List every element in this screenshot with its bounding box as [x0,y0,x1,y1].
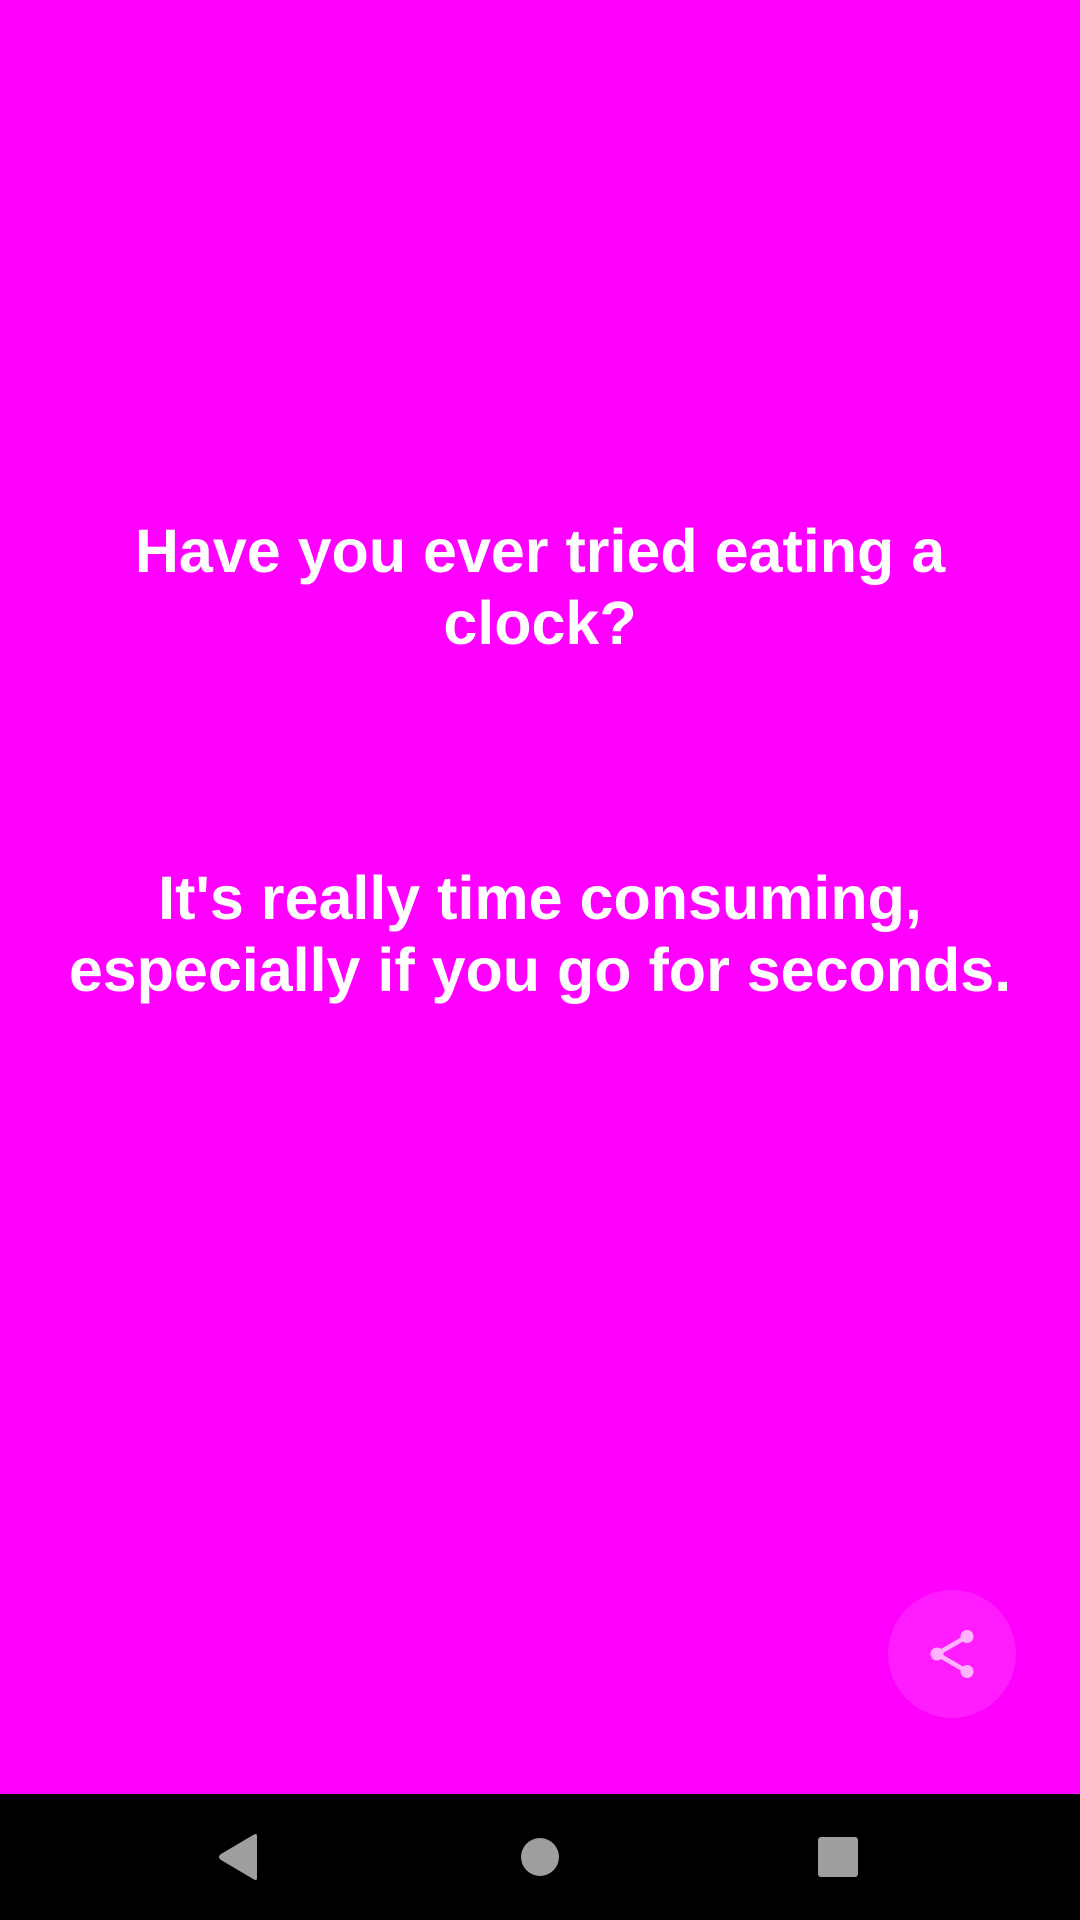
joke-setup: Have you ever tried eating a clock? [134,517,946,657]
back-triangle-icon [219,1834,257,1880]
system-navigation-bar [0,1794,1080,1920]
nav-back-button[interactable] [193,1812,283,1902]
joke-setup-text: Have you ever tried eating a clock? [30,515,1050,659]
recents-square-icon [818,1837,858,1877]
joke-punchline-line-1: It's really time consuming, [158,864,922,932]
joke-punchline-text: It's really time consuming, especially i… [30,862,1050,1006]
joke-content-area: Have you ever tried eating a clock? It's… [0,0,1080,1794]
home-circle-icon [521,1838,559,1876]
joke-punchline-line-2: especially if you go for seconds. [68,936,1012,1004]
nav-home-button[interactable] [495,1812,585,1902]
share-icon [930,1630,974,1678]
share-button[interactable] [888,1590,1016,1718]
app-screen: Have you ever tried eating a clock? It's… [0,0,1080,1920]
nav-recents-button[interactable] [793,1812,883,1902]
